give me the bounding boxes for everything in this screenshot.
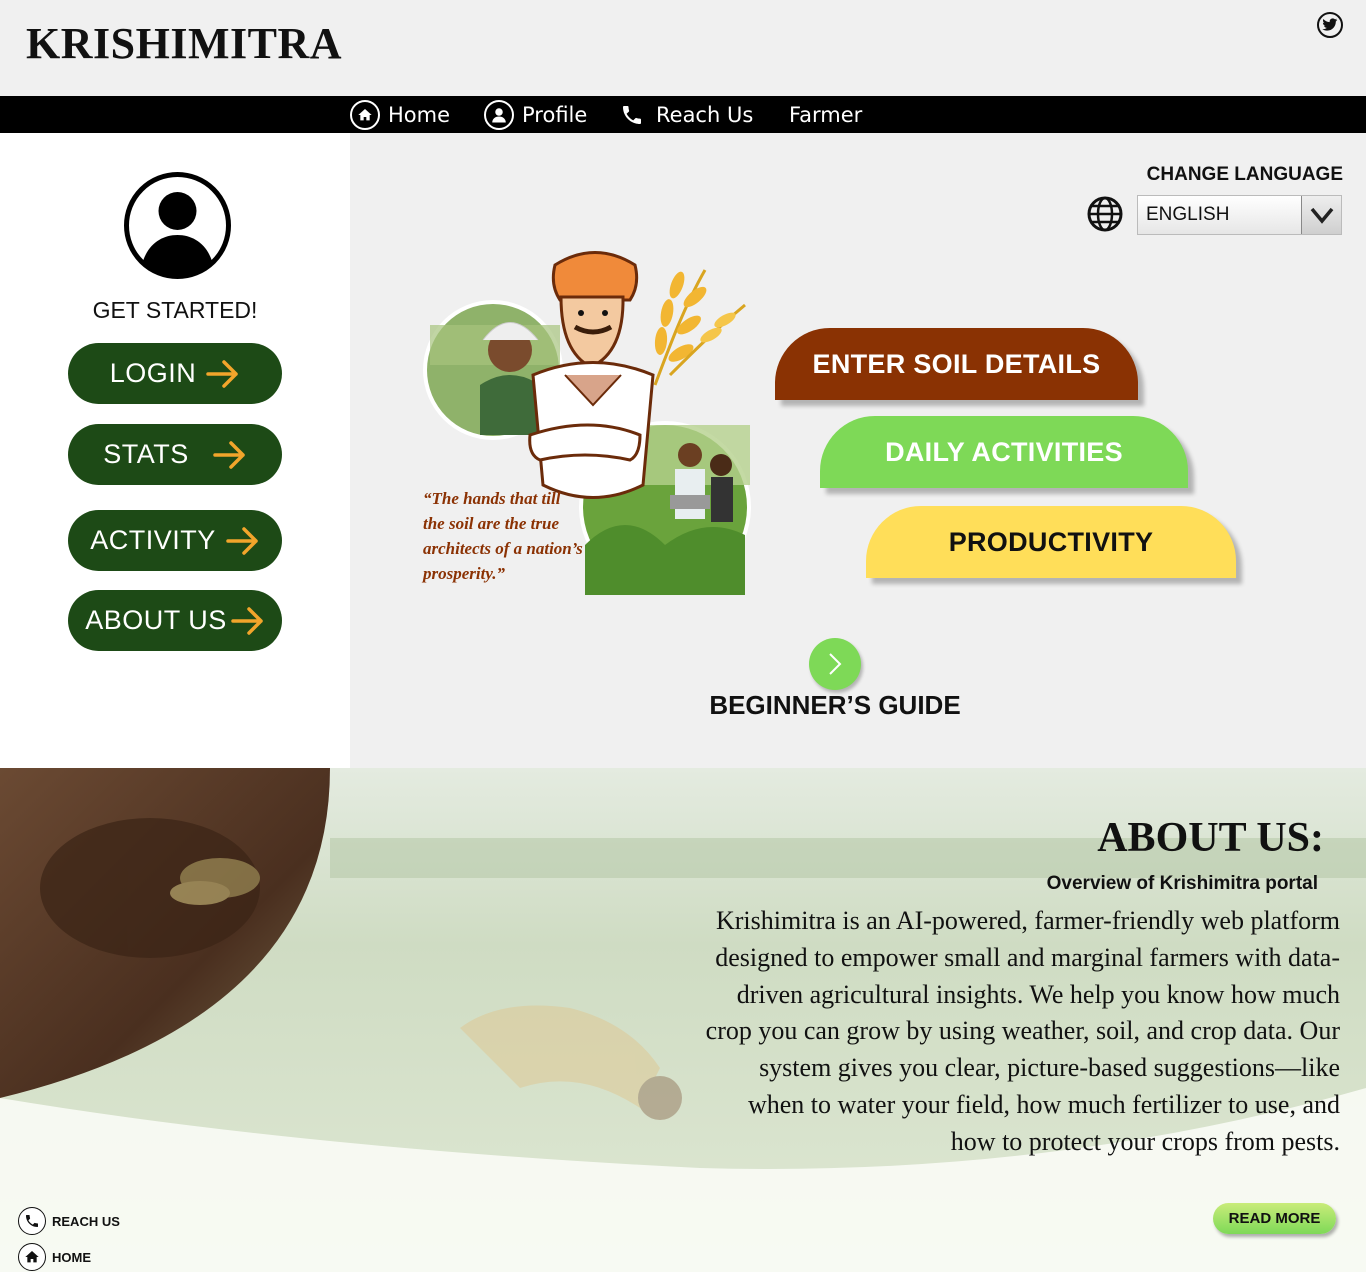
twitter-icon[interactable] [1317,12,1343,38]
page: KRISHIMITRA Home Profile Reach Us Farmer [0,0,1366,1272]
productivity-label: PRODUCTIVITY [948,526,1154,557]
home-icon [18,1243,46,1271]
productivity-button[interactable]: PRODUCTIVITY [866,506,1236,578]
cartoon-farmer [528,251,655,499]
sidebar: GET STARTED! LOGIN STATS ACTIVITY ABOUT … [0,133,350,768]
header: KRISHIMITRA [0,0,1366,96]
read-more-button[interactable]: READ MORE [1213,1203,1336,1234]
language-selected-value: ENGLISH [1146,204,1230,225]
home-icon [350,99,380,130]
about-title: ABOUT US: [1097,815,1324,861]
footer-home-link[interactable]: HOME [18,1243,91,1271]
activity-button-label: ACTIVITY [90,525,216,555]
enter-soil-details-button[interactable]: ENTER SOIL DETAILS [775,328,1138,400]
arrow-right-icon [231,606,263,635]
chevron-right-icon [829,653,842,675]
nav-home[interactable]: Home [350,96,450,133]
user-icon [484,99,514,130]
beginners-guide-button[interactable] [809,638,861,690]
brand-logo[interactable]: KRISHIMITRA [26,18,342,69]
beginners-guide-label: BEGINNER’S GUIDE [709,690,961,720]
change-language-label: CHANGE LANGUAGE [1146,164,1343,185]
hero-quote: “The hands that till the soil are the tr… [423,489,583,583]
daily-activities-button[interactable]: DAILY ACTIVITIES [820,416,1188,488]
avatar-icon[interactable] [123,171,232,280]
about-subtitle: Overview of Krishimitra portal [1046,873,1318,894]
wheat-icon [653,269,746,386]
nav-reach-us[interactable]: Reach Us [620,96,753,133]
nav-home-label: Home [388,102,451,127]
enter-soil-details-label: ENTER SOIL DETAILS [812,348,1101,379]
stats-button[interactable]: STATS [68,424,282,485]
phone-icon [620,100,648,130]
nav-farmer[interactable]: Farmer [789,96,862,133]
nav-profile[interactable]: Profile [484,96,587,133]
arrow-right-icon [226,526,258,555]
globe-icon [1086,195,1124,233]
footer-reach-us-link[interactable]: REACH US [18,1207,120,1235]
get-started-heading: GET STARTED! [92,297,258,323]
nav-farmer-label: Farmer [789,102,863,127]
nav-reach-us-label: Reach Us [656,102,754,127]
about-us-button[interactable]: ABOUT US [68,590,282,651]
login-button-label: LOGIN [109,358,197,388]
footer-home-label: HOME [52,1249,91,1265]
about-us-button-label: ABOUT US [85,605,227,635]
phone-icon [18,1207,46,1235]
daily-activities-label: DAILY ACTIVITIES [885,436,1123,467]
login-button[interactable]: LOGIN [68,343,282,404]
footer-reach-us-label: REACH US [52,1213,120,1229]
top-nav: Home Profile Reach Us Farmer [0,96,1366,133]
about-text: Krishimitra is an AI-powered, farmer-fri… [705,906,1340,1156]
arrow-right-icon [213,440,245,469]
chevron-down-icon[interactable] [1301,196,1341,234]
language-select[interactable]: ENGLISH [1137,195,1342,235]
arrow-right-icon [206,359,239,388]
stats-button-label: STATS [103,439,189,469]
nav-profile-label: Profile [522,102,588,127]
activity-button[interactable]: ACTIVITY [68,510,282,571]
